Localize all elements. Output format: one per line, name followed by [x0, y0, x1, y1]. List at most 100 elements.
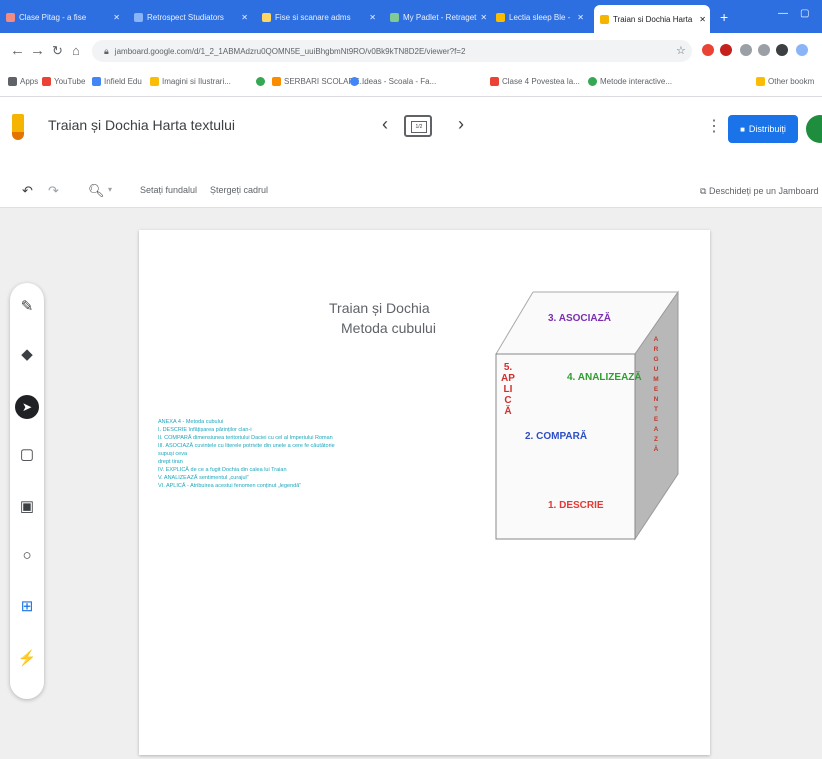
- note-line: ANEXA 4 - Metoda cubului: [158, 419, 224, 425]
- eraser-icon[interactable]: ◆: [10, 345, 44, 363]
- browser-tab-4[interactable]: My Padlet - Retraget ✕: [390, 6, 488, 28]
- bookmark-item[interactable]: Ideas - Scoala - Fa...: [350, 77, 436, 86]
- bookmark-label: Other bookm: [768, 77, 815, 86]
- bookmark-favicon-icon: [92, 77, 101, 86]
- sticky-note-icon[interactable]: ▢: [10, 445, 44, 463]
- minimize-icon[interactable]: —: [778, 8, 788, 19]
- extension-icon[interactable]: [758, 44, 770, 56]
- zoom-icon[interactable]: 🔍︎: [88, 183, 105, 199]
- bookmark-label: Metode interactive...: [600, 77, 673, 86]
- laser-icon[interactable]: ⚡: [10, 649, 44, 667]
- bookmark-label: Infield Edu: [104, 77, 142, 86]
- bookmark-favicon-icon: [588, 77, 597, 86]
- maximize-icon[interactable]: ▢: [800, 8, 809, 19]
- chevron-right-icon[interactable]: ›: [458, 114, 464, 135]
- extension-icon[interactable]: [776, 44, 788, 56]
- cube-label-compara: 2. COMPARĂ: [525, 431, 588, 442]
- note-line: II. COMPARĂ dimensiunea teritoriului Dac…: [158, 435, 333, 441]
- close-icon[interactable]: ✕: [369, 13, 380, 22]
- bookmark-item[interactable]: Apps: [8, 77, 38, 86]
- jamboard-favicon-icon: [600, 14, 609, 24]
- cube-label-aplica: 5.APLICĂ: [501, 362, 515, 417]
- bookmark-item[interactable]: Metode interactive...: [588, 77, 672, 86]
- frame-counter: 1/2: [411, 121, 427, 133]
- clear-frame-button[interactable]: Ștergeți cadrul: [210, 185, 268, 195]
- note-line: IV. EXPLICĂ de ce a fugit Dochia din cal…: [158, 467, 287, 473]
- text-note[interactable]: ANEXA 4 - Metoda cubului I. DESCRIE înfă…: [158, 418, 370, 570]
- browser-tab-1[interactable]: Clase Pitag - a fise ✕: [6, 6, 124, 28]
- bookmark-star-icon[interactable]: ☆: [676, 44, 686, 57]
- close-icon[interactable]: ✕: [577, 13, 588, 22]
- frame-title-line2[interactable]: Metoda cubului: [341, 320, 436, 336]
- tab-title: Clase Pitag - a fise: [19, 12, 87, 22]
- undo-icon[interactable]: ↶: [22, 183, 33, 199]
- pen-icon[interactable]: ✎: [10, 297, 44, 315]
- extension-icon[interactable]: [740, 44, 752, 56]
- lock-icon: ■: [740, 124, 745, 134]
- browser-tab-active[interactable]: Traian si Dochia Harta ✕: [594, 5, 710, 33]
- browser-tab-3[interactable]: Fise si scanare adms ✕: [262, 6, 380, 28]
- set-background-button[interactable]: Setați fundalul: [140, 185, 197, 195]
- tab-favicon-icon: [6, 12, 15, 22]
- close-icon[interactable]: ✕: [480, 13, 488, 22]
- note-line: supuși ceva: [158, 451, 188, 457]
- extension-icon[interactable]: [702, 44, 714, 56]
- circle-icon[interactable]: ○: [10, 547, 44, 564]
- share-button[interactable]: ■ Distribuiți: [728, 115, 798, 143]
- frame-bar-button[interactable]: 1/2: [404, 115, 432, 137]
- bookmark-item[interactable]: [256, 77, 268, 86]
- note-line: I. DESCRIE înfățișarea părinților clan-i: [158, 427, 252, 433]
- more-options-icon[interactable]: ⋮: [706, 116, 722, 136]
- tab-title: My Padlet - Retraget: [403, 12, 477, 22]
- avatar[interactable]: [806, 115, 822, 143]
- new-tab-icon[interactable]: +: [720, 9, 728, 25]
- bookmark-favicon-icon: [350, 77, 359, 86]
- share-label: Distribuiți: [748, 124, 786, 134]
- chevron-left-icon[interactable]: ‹: [382, 114, 388, 135]
- other-bookmarks[interactable]: Other bookm: [756, 77, 814, 86]
- tab-strip: Clase Pitag - a fise ✕ Retrospect Studia…: [0, 0, 822, 33]
- bookmark-item[interactable]: YouTube: [42, 77, 85, 86]
- redo-icon[interactable]: ↷: [48, 183, 59, 199]
- image-icon[interactable]: ▣: [10, 497, 44, 515]
- bookmark-item[interactable]: Imagini si Ilustrari...: [150, 77, 231, 86]
- text-box-icon[interactable]: ⊞: [10, 597, 44, 615]
- bookmarks-bar: Apps YouTube Infield Edu Imagini si Ilus…: [0, 70, 822, 97]
- browser-tab-5[interactable]: Lectia sleep Ble - ✕: [496, 6, 588, 28]
- address-bar[interactable]: 🔒︎ jamboard.google.com/d/1_2_1ABMAdzru0Q…: [92, 40, 692, 62]
- apps-icon: [8, 77, 17, 86]
- reload-icon[interactable]: ↻: [52, 43, 63, 59]
- browser-toolbar: ← → ↻ ⌂ 🔒︎ jamboard.google.com/d/1_2_1AB…: [0, 33, 822, 70]
- cube-label-analizeaza: 4. ANALIZEAZĂ: [567, 372, 642, 383]
- bookmark-favicon-icon: [272, 77, 281, 86]
- bookmark-item[interactable]: Clase 4 Povestea la...: [490, 77, 580, 86]
- bookmark-label: Clase 4 Povestea la...: [502, 77, 580, 86]
- zoom-dropdown-icon[interactable]: ▾: [108, 185, 112, 194]
- open-on-jamboard-label: Deschideți pe un Jamboard: [708, 186, 819, 196]
- phone-icon: ⧉: [700, 186, 707, 196]
- jamboard-header: Traian și Dochia Harta textului ‹ 1/2 › …: [0, 97, 822, 155]
- url-text: jamboard.google.com/d/1_2_1ABMAdzru0QOMN…: [114, 46, 466, 56]
- home-icon[interactable]: ⌂: [72, 43, 80, 58]
- close-icon[interactable]: ✕: [113, 13, 124, 22]
- close-icon[interactable]: ✕: [241, 13, 252, 22]
- bookmark-label: YouTube: [54, 77, 86, 86]
- cube-label-asociaza: 3. ASOCIAZĂ: [548, 313, 611, 324]
- close-icon[interactable]: ✕: [699, 15, 710, 24]
- folder-icon: [756, 77, 765, 86]
- document-title[interactable]: Traian și Dochia Harta textului: [48, 117, 235, 133]
- forward-icon[interactable]: →: [30, 42, 45, 59]
- tab-favicon-icon: [262, 12, 271, 22]
- extension-icon[interactable]: [720, 44, 732, 56]
- back-icon[interactable]: ←: [10, 42, 25, 59]
- tab-title: Traian si Dochia Harta: [613, 14, 693, 24]
- frame-title-line1[interactable]: Traian și Dochia: [329, 300, 430, 316]
- profile-icon[interactable]: [796, 44, 808, 56]
- browser-tab-2[interactable]: Retrospect Studiators ✕: [134, 6, 252, 28]
- select-icon[interactable]: ➤: [15, 395, 39, 419]
- open-on-jamboard-button[interactable]: ⧉ Deschideți pe un Jamboard: [700, 186, 819, 197]
- bookmark-label: Imagini si Ilustrari...: [162, 77, 231, 86]
- note-line: V. ANALIZEAZĂ sentimentul „curajul”: [158, 475, 249, 481]
- cube-label-argumenteaza: ARGUMENTEAZĂ: [653, 336, 659, 453]
- bookmark-item[interactable]: Infield Edu: [92, 77, 142, 86]
